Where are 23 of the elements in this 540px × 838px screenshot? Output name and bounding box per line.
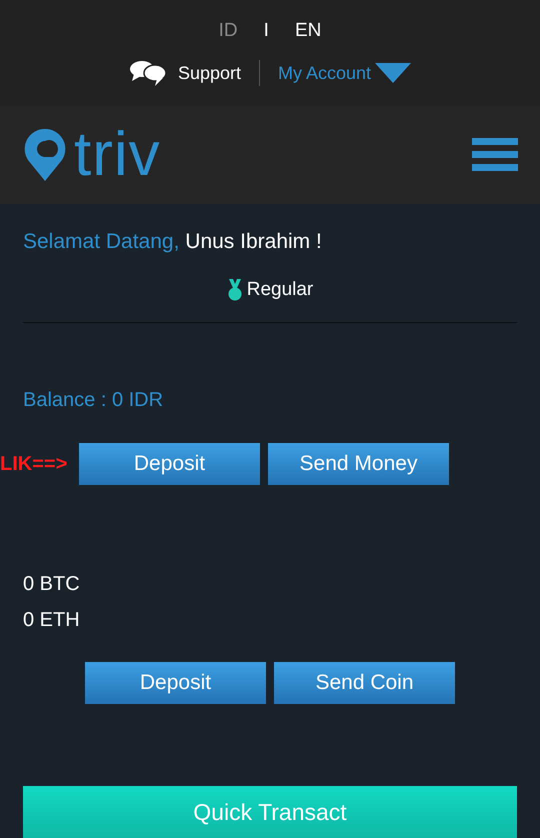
action-button[interactable]: Send Money [268, 443, 449, 485]
action-button[interactable]: Deposit [79, 443, 260, 485]
logo-text: triv [74, 127, 161, 184]
coin-balance: 0 ETH [23, 608, 81, 633]
chat-bubbles-icon [128, 60, 167, 86]
language-separator: I [264, 19, 269, 43]
annotation-text: LIK==> [0, 452, 68, 476]
quick-transact-button[interactable]: Quick Transact [23, 786, 517, 838]
user-name: Unus Ibrahim ! [185, 230, 322, 253]
balance-text: Balance : 0 IDR [23, 388, 164, 413]
tier-label: Regular [246, 278, 314, 302]
menu-icon[interactable] [472, 138, 518, 172]
caret-icon[interactable] [375, 63, 412, 83]
action-button[interactable]: Send Coin [274, 662, 455, 704]
support-link[interactable]: Support [178, 60, 241, 86]
medal-icon [226, 278, 243, 301]
language-option[interactable]: ID [218, 17, 238, 46]
action-button[interactable]: Deposit [85, 662, 266, 704]
greeting-text: Selamat Datang, [23, 230, 180, 253]
language-option[interactable]: EN [294, 17, 322, 46]
my-account-link[interactable]: My Account [278, 60, 372, 86]
coin-balance: 0 BTC [23, 572, 81, 597]
pin-icon [22, 127, 68, 184]
